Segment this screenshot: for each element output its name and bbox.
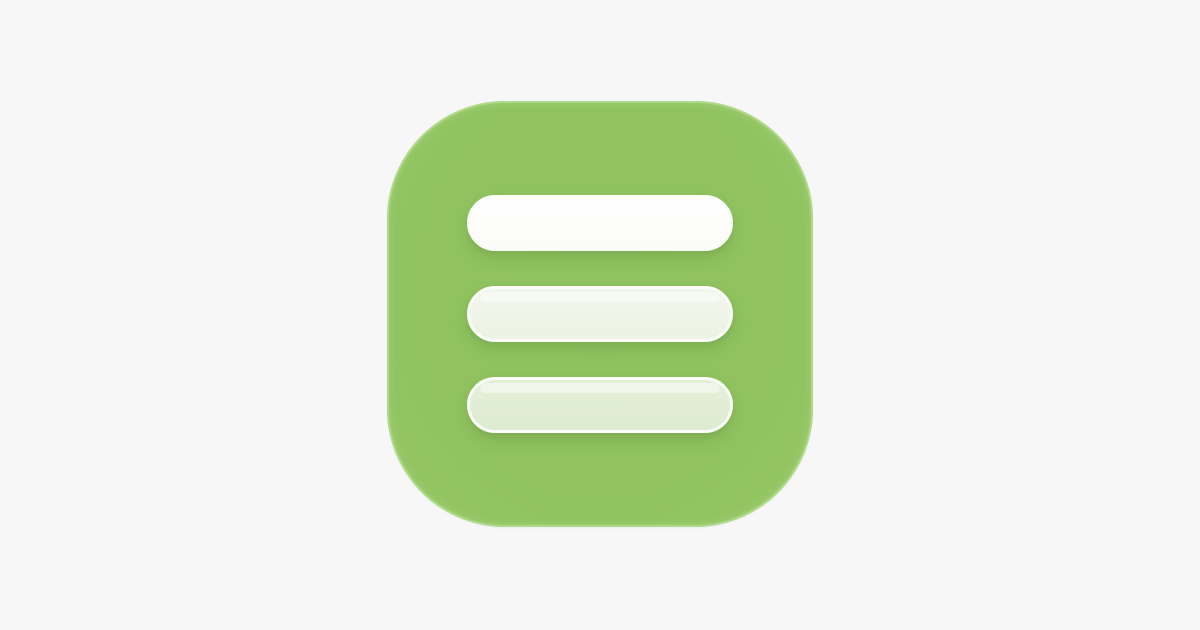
app-list-icon: [387, 101, 813, 527]
list-line-middle-icon: [467, 286, 733, 342]
list-line-bottom-icon: [467, 377, 733, 433]
app-store-banner: [0, 0, 1200, 630]
list-line-top-icon: [467, 195, 733, 251]
